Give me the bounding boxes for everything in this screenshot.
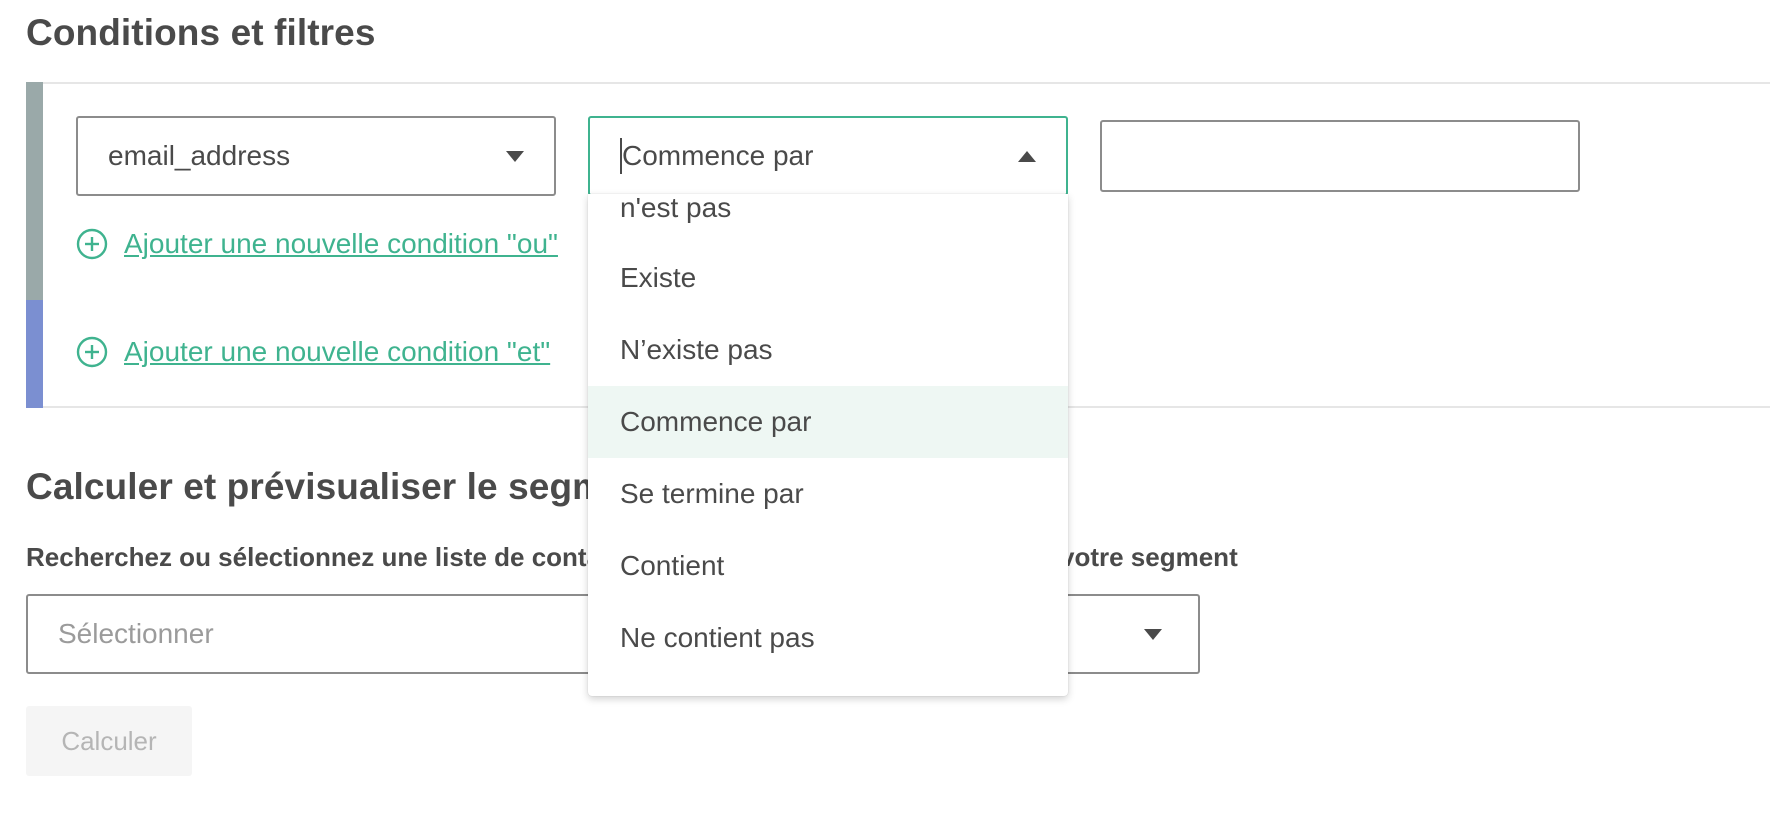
field-select[interactable]: email_address bbox=[76, 116, 556, 196]
segment-editor: Conditions et filtres email_address Comm… bbox=[0, 0, 1770, 820]
preview-subtitle-end: votre segment bbox=[1060, 542, 1238, 572]
caret-down-icon bbox=[506, 151, 524, 162]
caret-down-icon bbox=[1144, 629, 1162, 640]
dropdown-option-is-not[interactable]: n'est pas bbox=[588, 194, 1068, 244]
condition-value-input[interactable] bbox=[1100, 120, 1580, 192]
operator-select-value: Commence par bbox=[622, 140, 814, 171]
preview-subtitle: Recherchez ou sélectionnez une liste de … bbox=[26, 542, 639, 572]
caret-up-icon bbox=[1018, 151, 1036, 162]
preview-section-title: Calculer et prévisualiser le segment bbox=[26, 466, 661, 507]
contact-list-placeholder: Sélectionner bbox=[58, 618, 214, 649]
add-or-condition-label: Ajouter une nouvelle condition "ou" bbox=[124, 228, 558, 259]
dropdown-option-not-contains[interactable]: Ne contient pas bbox=[588, 602, 1068, 674]
dropdown-option-contains[interactable]: Contient bbox=[588, 530, 1068, 602]
group-bar-and bbox=[26, 300, 43, 408]
operator-dropdown-menu: n'est pas Existe N’existe pas Commence p… bbox=[588, 194, 1068, 696]
dropdown-option-starts-with[interactable]: Commence par bbox=[588, 386, 1068, 458]
calculate-button[interactable]: Calculer bbox=[26, 706, 192, 776]
plus-circle-icon bbox=[76, 228, 108, 260]
add-and-condition-link[interactable]: Ajouter une nouvelle condition "et" bbox=[76, 336, 550, 368]
group-bar-or bbox=[26, 82, 43, 302]
field-select-value: email_address bbox=[108, 140, 291, 171]
operator-select[interactable]: Commence par bbox=[588, 116, 1068, 196]
add-or-condition-link[interactable]: Ajouter une nouvelle condition "ou" bbox=[76, 228, 558, 260]
dropdown-option-not-exists[interactable]: N’existe pas bbox=[588, 314, 1068, 386]
dropdown-option-ends-with[interactable]: Se termine par bbox=[588, 458, 1068, 530]
add-and-condition-label: Ajouter une nouvelle condition "et" bbox=[124, 336, 551, 367]
plus-circle-icon bbox=[76, 336, 108, 368]
conditions-section-title: Conditions et filtres bbox=[26, 12, 376, 53]
dropdown-option-exists[interactable]: Existe bbox=[588, 242, 1068, 314]
